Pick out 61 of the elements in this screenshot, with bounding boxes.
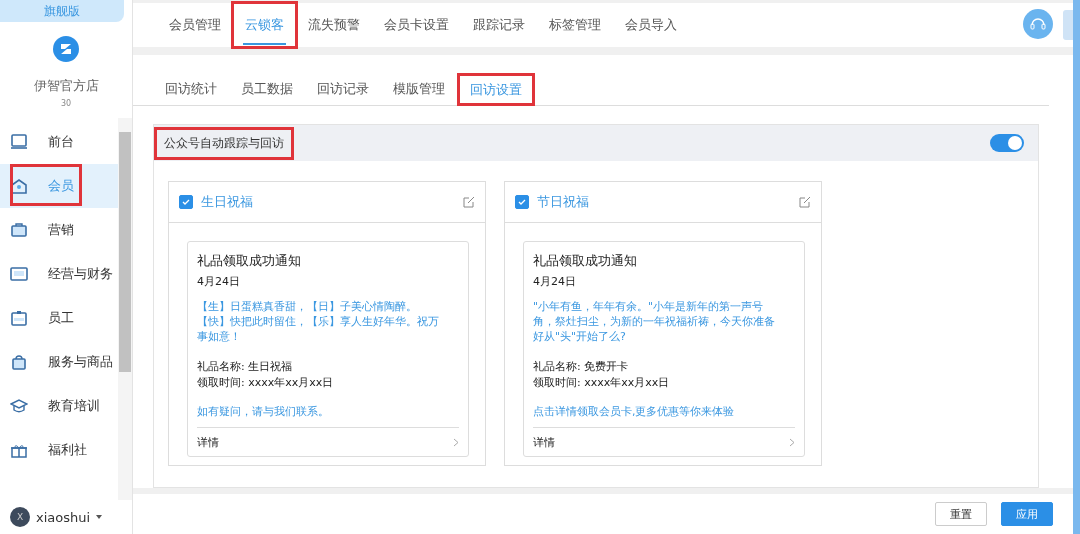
menu-icon — [10, 177, 28, 195]
edition-badge: 旗舰版 — [0, 0, 124, 22]
sub-tab[interactable]: 员工数据 — [229, 73, 305, 105]
greeting-text: "小年有鱼，年年有余。"小年是新年的第一声号角，祭灶扫尘，为新的一年祝福祈祷，今天你准备好从"头"开始了么? — [533, 299, 776, 344]
sidebar-item[interactable]: 前台 — [0, 120, 118, 164]
user-avatar[interactable]: X — [10, 507, 30, 527]
message-title: 礼品领取成功通知 — [197, 252, 302, 270]
sidebar-item[interactable]: 教育培训 — [0, 384, 118, 428]
support-icon[interactable] — [1023, 9, 1053, 39]
message-date: 4月24日 — [197, 274, 241, 289]
chevron-right-icon[interactable] — [453, 437, 459, 447]
sub-tab[interactable]: 回访记录 — [305, 73, 381, 105]
menu-icon — [10, 265, 28, 283]
sub-tab[interactable]: 模版管理 — [381, 73, 457, 105]
panel-title: 公众号自动跟踪与回访 — [154, 126, 294, 160]
logo-icon — [53, 36, 79, 62]
greeting-text: 【生】日蛋糕真香甜，【日】子美心情陶醉。【快】快把此时留住，【乐】享人生好年华。祝万事如意！ — [197, 299, 440, 344]
check-icon — [182, 198, 190, 206]
edit-icon[interactable] — [799, 196, 811, 208]
card-title: 节日祝福 — [537, 193, 590, 211]
checkbox[interactable] — [515, 195, 529, 209]
gift-name: 礼品名称: 生日祝福 — [197, 359, 294, 375]
sidebar-item[interactable]: 服务与商品 — [0, 340, 118, 384]
caret-icon[interactable] — [96, 515, 103, 519]
sidebar-item[interactable]: 福利社 — [0, 428, 118, 472]
details-link[interactable]: 详情 — [197, 434, 219, 450]
reset-button[interactable]: 重置 — [935, 502, 987, 526]
sidebar-item[interactable]: 经营与财务 — [0, 252, 118, 296]
menu-icon — [10, 133, 28, 151]
nav-tab[interactable]: 会员导入 — [613, 3, 689, 47]
scrollbar[interactable] — [118, 118, 132, 500]
nav-tab[interactable]: 流失预警 — [296, 3, 372, 47]
check-icon — [518, 198, 526, 206]
store-name: 伊智官方店 — [32, 77, 100, 95]
menu-icon — [10, 397, 28, 415]
nav-tab[interactable]: 会员卡设置 — [372, 3, 461, 47]
nav-tab[interactable]: 跟踪记录 — [461, 3, 537, 47]
menu-icon — [10, 353, 28, 371]
store-count: 30 — [59, 99, 73, 108]
gift-name: 礼品名称: 免费开卡 — [533, 359, 630, 375]
details-link[interactable]: 详情 — [533, 434, 555, 450]
collapse-handle[interactable] — [1063, 10, 1073, 40]
note-text: 点击详情领取会员卡,更多优惠等你来体验 — [533, 404, 795, 428]
edit-icon[interactable] — [463, 196, 475, 208]
card-title: 生日祝福 — [201, 193, 254, 211]
claim-time: 领取时间: xxxx年xx月xx日 — [197, 375, 335, 390]
toggle-switch[interactable] — [990, 134, 1024, 152]
claim-time: 领取时间: xxxx年xx月xx日 — [533, 375, 671, 390]
nav-tab[interactable]: 标签管理 — [537, 3, 613, 47]
user-name[interactable]: xiaoshui — [36, 509, 91, 525]
sidebar-item[interactable]: 营销 — [0, 208, 118, 252]
sub-tab[interactable]: 回访统计 — [153, 73, 229, 105]
message-title: 礼品领取成功通知 — [533, 252, 638, 270]
menu-icon — [10, 309, 28, 327]
note-text: 如有疑问，请与我们联系。 — [197, 404, 459, 428]
message-date: 4月24日 — [533, 274, 577, 289]
nav-tab[interactable]: 会员管理 — [157, 3, 233, 47]
menu-icon — [10, 221, 28, 239]
sidebar-item[interactable]: 员工 — [0, 296, 118, 340]
checkbox[interactable] — [179, 195, 193, 209]
chevron-right-icon[interactable] — [789, 437, 795, 447]
